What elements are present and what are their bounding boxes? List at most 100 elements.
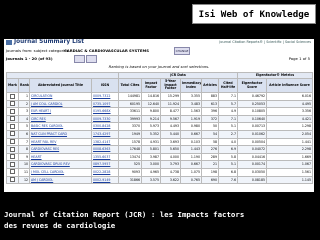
- journal-title-link[interactable]: CARDIOVASC RES: [29, 145, 92, 154]
- journal-list-icon: [6, 40, 12, 45]
- mark-cell: [6, 160, 19, 169]
- column-header[interactable]: Article Influence Score: [266, 78, 313, 93]
- value-cell: 1.441: [266, 137, 313, 147]
- value-cell: 5.801: [141, 145, 161, 154]
- journal-title-link[interactable]: CIRCULATION: [29, 92, 92, 101]
- value-cell: 54: [201, 129, 219, 139]
- mark-checkbox[interactable]: [10, 139, 15, 145]
- subject-selection: Journals from: subject categories CARDIA…: [4, 47, 314, 55]
- value-cell: 5.973: [141, 122, 161, 131]
- prev-page-button[interactable]: [74, 55, 85, 63]
- value-cell: 6.9: [218, 145, 238, 154]
- issn-link[interactable]: 0008-6363: [91, 145, 119, 154]
- issn-link[interactable]: 0735-1097: [91, 99, 119, 109]
- value-cell: 21: [201, 160, 219, 169]
- rank-cell: 8: [18, 145, 30, 154]
- value-cell: 58: [201, 137, 219, 147]
- column-header[interactable]: Cited Half-life: [218, 78, 238, 93]
- table-row: 5 BASIC RES CARDIOL 0300-8428 3370 5.973 4.49…: [6, 122, 313, 131]
- issn-link[interactable]: 1355-6037: [91, 152, 119, 162]
- mark-cell: [6, 137, 19, 147]
- issn-link[interactable]: 0022-2828: [91, 167, 119, 177]
- table-row: 12 AM J CARDIOL 0002-9149 31866 3.575 3.622 0.…: [6, 175, 313, 185]
- mark-checkbox[interactable]: [10, 108, 15, 114]
- column-header[interactable]: Immediacy Index: [180, 78, 202, 93]
- mark-checkbox[interactable]: [10, 161, 15, 167]
- mark-cell: [6, 129, 19, 139]
- value-cell: 1578: [118, 137, 142, 147]
- value-cell: 3.793: [160, 160, 181, 169]
- column-header[interactable]: ISSN: [91, 78, 119, 93]
- value-cell: 9.567: [160, 114, 181, 124]
- table-row: 1 CIRCULATION 0009-7322 144981 14.816 15.299 3…: [6, 92, 313, 101]
- mark-checkbox[interactable]: [10, 146, 15, 152]
- table-row: 8 CARDIOVASC RES 0008-6363 17648 5.801 5.650 1…: [6, 145, 313, 154]
- mark-checkbox[interactable]: [10, 169, 15, 175]
- mark-checkbox[interactable]: [10, 116, 15, 122]
- value-cell: 0.10805: [237, 107, 267, 116]
- journal-title-link[interactable]: CARDIOVASC DRUG REV: [29, 160, 92, 169]
- column-header-row: Mark Rank Abbreviated Journal Title ISSN Tot…: [6, 78, 313, 93]
- value-cell: 4.0: [218, 137, 238, 147]
- value-cell: 3.987: [141, 152, 161, 162]
- next-page-button[interactable]: [86, 55, 97, 63]
- journals-count: Journals 1 - 20 (of 93): [6, 56, 53, 61]
- value-cell: 525: [118, 160, 142, 169]
- column-header[interactable]: Total Cites: [118, 78, 142, 93]
- value-cell: 2.7: [218, 129, 238, 139]
- rank-cell: 12: [18, 175, 30, 185]
- issn-link[interactable]: 0195-668X: [91, 107, 119, 116]
- journal-title-link[interactable]: AM J CARDIOL: [29, 175, 92, 185]
- value-cell: 5.7: [218, 99, 238, 109]
- table-row: 2J AM COLL CARDIOL 0735-1097 60195 12.640 11…: [6, 99, 313, 109]
- issn-link[interactable]: 0009-7322: [91, 92, 119, 101]
- issn-link[interactable]: 0009-7330: [91, 114, 119, 124]
- value-cell: 0.00174: [237, 160, 267, 169]
- value-cell: 0.667: [180, 160, 202, 169]
- journal-title-link[interactable]: J AM COLL CARDIOL: [29, 99, 92, 109]
- issn-link[interactable]: 1382-4147: [91, 137, 119, 147]
- value-cell: 276: [201, 145, 219, 154]
- value-cell: 4.9: [218, 107, 238, 116]
- value-cell: 8.477: [160, 107, 181, 116]
- table-row: 9 HEART 1355-6037 13474 3.987 4.000 1.190 289 5.…: [6, 152, 313, 162]
- journal-title-link[interactable]: CIRC RES: [29, 114, 92, 124]
- value-cell: 883: [201, 92, 219, 101]
- change-button[interactable]: CHANGE: [174, 47, 190, 55]
- rank-cell: 11: [18, 167, 30, 177]
- journal-title-link[interactable]: HEART: [29, 152, 92, 162]
- journal-title-link[interactable]: NAT CLIN PRACT CARD: [29, 129, 92, 139]
- value-cell: 3.483: [180, 99, 202, 109]
- issn-link[interactable]: 0897-5957: [91, 160, 119, 169]
- mark-checkbox[interactable]: [10, 177, 15, 183]
- mark-checkbox[interactable]: [10, 101, 15, 107]
- value-cell: 33611: [118, 107, 142, 116]
- mark-checkbox[interactable]: [10, 123, 15, 129]
- issn-link[interactable]: 1743-4297: [91, 129, 119, 139]
- column-header[interactable]: Abbreviated Journal Title: [29, 78, 92, 93]
- mark-checkbox[interactable]: [10, 154, 15, 160]
- mark-cell: [6, 114, 19, 124]
- journal-title-link[interactable]: BASIC RES CARDIOL: [29, 122, 92, 131]
- value-cell: 1.563: [180, 107, 202, 116]
- mark-checkbox[interactable]: [10, 131, 15, 137]
- column-header: Rank: [18, 78, 30, 93]
- journal-title-link[interactable]: HEART FAIL REV: [29, 137, 92, 147]
- value-cell: 0.25053: [237, 99, 267, 109]
- journal-title-link[interactable]: EUR HEART J: [29, 107, 92, 116]
- journal-title-link[interactable]: J MOL CELL CARDIOL: [29, 167, 92, 177]
- value-cell: 11.924: [160, 99, 181, 109]
- mark-checkbox[interactable]: [10, 93, 15, 99]
- rank-cell: 10: [18, 160, 30, 169]
- jcr-screenshot: Journal Summary List Journal Citation Re…: [4, 39, 314, 192]
- column-header[interactable]: 5-Year Impact Factor: [160, 78, 181, 93]
- column-header[interactable]: Eigenfactor Score: [237, 78, 267, 93]
- subject-label: Journals from: subject categories: [6, 48, 69, 53]
- header-links[interactable]: Journal Citation Reports® | Scientific |…: [219, 40, 311, 44]
- issn-link[interactable]: 0300-8428: [91, 122, 119, 131]
- issn-link[interactable]: 0002-9149: [91, 175, 119, 185]
- column-header[interactable]: Impact Factor: [141, 78, 161, 93]
- table-row: 11 J MOL CELL CARDIOL 0022-2828 9093 4.965 4.…: [6, 167, 313, 177]
- journal-table: JCR Data Eigenfactor® Metrics Mark Rank Ab…: [6, 72, 313, 185]
- column-header[interactable]: Articles: [201, 78, 219, 93]
